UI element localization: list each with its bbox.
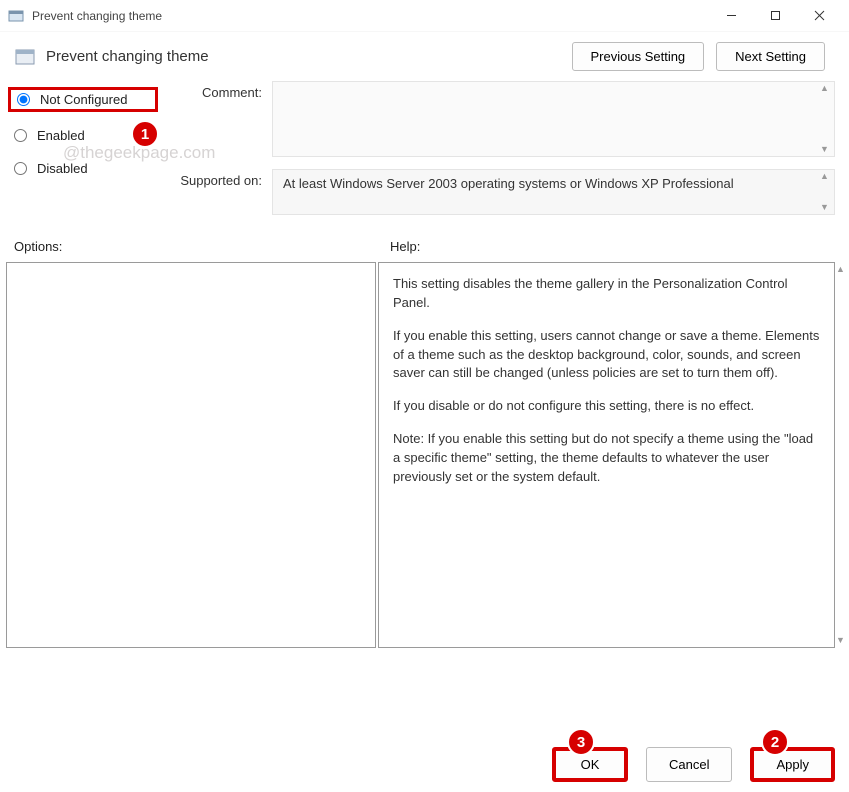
help-p4: Note: If you enable this setting but do … (393, 430, 820, 487)
comment-scroll[interactable]: ▲▼ (820, 84, 832, 154)
help-panel: This setting disables the theme gallery … (378, 262, 835, 648)
help-scroll[interactable]: ▲▼ (836, 263, 848, 647)
dialog-footer: OK Cancel Apply (552, 747, 835, 782)
help-label: Help: (390, 239, 420, 254)
radio-disabled-input[interactable] (14, 162, 27, 175)
radio-enabled-label: Enabled (37, 128, 85, 143)
window-controls (709, 1, 841, 31)
maximize-button[interactable] (753, 1, 797, 31)
supported-on-label: Supported on: (162, 169, 262, 188)
radio-enabled-input[interactable] (14, 129, 27, 142)
apply-button[interactable]: Apply (750, 747, 835, 782)
cancel-button[interactable]: Cancel (646, 747, 732, 782)
comment-label: Comment: (162, 81, 262, 100)
options-panel (6, 262, 376, 648)
policy-header: Prevent changing theme Previous Setting … (0, 32, 849, 77)
annotation-3: 3 (567, 728, 595, 756)
radio-disabled-label: Disabled (37, 161, 88, 176)
comment-textbox[interactable]: ▲▼ (272, 81, 835, 157)
supported-scroll[interactable]: ▲▼ (820, 172, 832, 212)
help-p1: This setting disables the theme gallery … (393, 275, 820, 313)
policy-icon (14, 46, 36, 68)
annotation-1: 1 (131, 120, 159, 148)
policy-title: Prevent changing theme (46, 48, 572, 65)
supported-on-textbox: At least Windows Server 2003 operating s… (272, 169, 835, 215)
minimize-button[interactable] (709, 1, 753, 31)
radio-not-configured-label: Not Configured (40, 92, 127, 107)
title-bar: Prevent changing theme (0, 0, 849, 32)
app-icon (8, 8, 24, 24)
previous-setting-button[interactable]: Previous Setting (572, 42, 705, 71)
window-title: Prevent changing theme (32, 9, 709, 23)
close-button[interactable] (797, 1, 841, 31)
help-p2: If you enable this setting, users cannot… (393, 327, 820, 384)
help-p3: If you disable or do not configure this … (393, 397, 820, 416)
annotation-2: 2 (761, 728, 789, 756)
next-setting-button[interactable]: Next Setting (716, 42, 825, 71)
options-label: Options: (14, 239, 382, 254)
radio-not-configured[interactable]: Not Configured (8, 87, 158, 112)
radio-disabled[interactable]: Disabled (8, 159, 158, 178)
supported-on-text: At least Windows Server 2003 operating s… (283, 176, 734, 191)
radio-not-configured-input[interactable] (17, 93, 30, 106)
